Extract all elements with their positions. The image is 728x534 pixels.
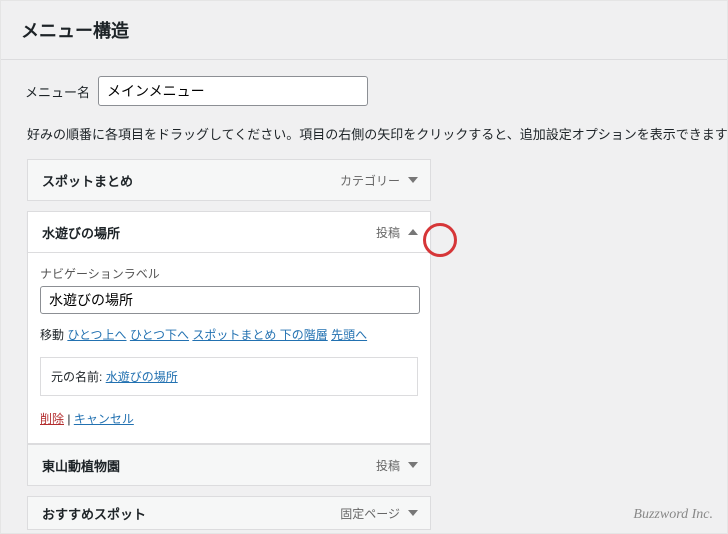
chevron-down-icon <box>408 462 418 468</box>
move-down-link[interactable]: ひとつ下へ <box>130 328 189 342</box>
menu-name-input[interactable] <box>98 76 368 106</box>
menu-structure-screen: メニュー構造 メニュー名 好みの順番に各項目をドラッグしてください。項目の右側の… <box>0 0 728 534</box>
page-title: メニュー構造 <box>1 1 727 59</box>
original-name-link[interactable]: 水遊びの場所 <box>106 370 178 384</box>
move-under-link[interactable]: スポットまとめ 下の階層 <box>192 328 327 342</box>
menu-item-type-area: 投稿 <box>376 224 418 241</box>
help-text: 好みの順番に各項目をドラッグしてください。項目の右側の矢印をクリックすると、追加… <box>11 124 727 143</box>
menu-name-label: メニュー名 <box>25 82 90 101</box>
item-actions: 削除 | キャンセル <box>40 410 418 427</box>
menu-item-type-area: カテゴリー <box>340 172 418 189</box>
menu-item-0[interactable]: スポットまとめ カテゴリー <box>27 159 431 201</box>
menu-item-title: 水遊びの場所 <box>42 223 120 242</box>
menu-item-type-area: 投稿 <box>376 457 418 474</box>
menu-item-type: 投稿 <box>376 457 400 474</box>
watermark-text: Buzzword Inc. <box>633 507 713 523</box>
chevron-down-icon <box>408 510 418 516</box>
menu-item-title: おすすめスポット <box>42 504 146 523</box>
menu-structure-inner: メニュー名 好みの順番に各項目をドラッグしてください。項目の右側の矢印をクリック… <box>1 59 727 530</box>
menu-item-title: スポットまとめ <box>42 171 133 190</box>
menu-name-row: メニュー名 <box>11 76 727 106</box>
delete-link[interactable]: 削除 <box>40 412 64 426</box>
cancel-link[interactable]: キャンセル <box>74 412 134 426</box>
menu-item-3[interactable]: おすすめスポット 固定ページ <box>27 496 431 530</box>
nav-label-input[interactable] <box>40 286 420 314</box>
menu-item-type: 固定ページ <box>340 505 400 522</box>
menu-item-type: カテゴリー <box>340 172 400 189</box>
menu-item-type: 投稿 <box>376 224 400 241</box>
chevron-up-icon <box>408 229 418 235</box>
original-name-label: 元の名前: <box>51 370 102 384</box>
menu-item-2[interactable]: 東山動植物園 投稿 <box>27 444 431 486</box>
nav-label-caption: ナビゲーションラベル <box>40 265 418 282</box>
chevron-down-icon <box>408 177 418 183</box>
menu-item-1[interactable]: 水遊びの場所 投稿 <box>27 211 431 253</box>
menu-item-title: 東山動植物園 <box>42 456 120 475</box>
original-name-box: 元の名前: 水遊びの場所 <box>40 357 418 396</box>
move-row: 移動 ひとつ上へ ひとつ下へ スポットまとめ 下の階層 先頭へ <box>40 326 418 343</box>
move-top-link[interactable]: 先頭へ <box>331 328 367 342</box>
actions-separator: | <box>64 412 74 426</box>
move-label: 移動 <box>40 328 64 342</box>
menu-item-type-area: 固定ページ <box>340 505 418 522</box>
move-up-link[interactable]: ひとつ上へ <box>67 328 126 342</box>
menu-item-edit-panel: ナビゲーションラベル 移動 ひとつ上へ ひとつ下へ スポットまとめ 下の階層 先… <box>27 253 431 444</box>
